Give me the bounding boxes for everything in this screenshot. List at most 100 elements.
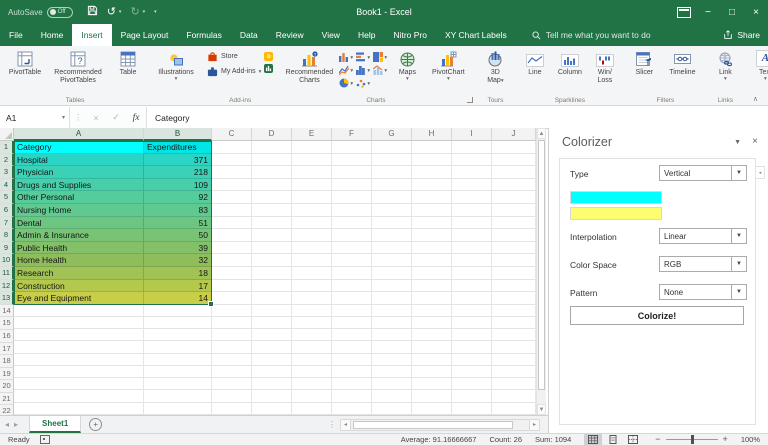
cell-I18[interactable]	[452, 353, 492, 366]
column-header-A[interactable]: A	[14, 128, 144, 141]
cell-E22[interactable]	[292, 402, 332, 415]
insert-function-button[interactable]: fx	[126, 107, 146, 128]
cell-C13[interactable]	[212, 292, 252, 305]
tab-home[interactable]: Home	[32, 24, 73, 46]
cell-G5[interactable]	[372, 191, 412, 204]
sheet-tab-sheet1[interactable]: Sheet1	[29, 416, 82, 433]
column-header-J[interactable]: J	[492, 128, 536, 141]
cell-I21[interactable]	[452, 390, 492, 403]
cell-E2[interactable]	[292, 153, 332, 167]
cell-B1[interactable]: Expenditures	[144, 141, 212, 154]
row-header-3[interactable]: 3	[0, 166, 14, 179]
cell-D18[interactable]	[252, 353, 292, 366]
cell-I12[interactable]	[452, 279, 492, 293]
cell-B7[interactable]: 51	[144, 216, 212, 230]
cell-G20[interactable]	[372, 378, 412, 391]
column-header-B[interactable]: B	[144, 128, 212, 141]
cell-D2[interactable]	[252, 153, 292, 167]
row-header-6[interactable]: 6	[0, 203, 14, 217]
name-box[interactable]: A1 ▾	[0, 107, 70, 128]
cell-C18[interactable]	[212, 353, 252, 366]
cell-C3[interactable]	[212, 166, 252, 179]
cell-J16[interactable]	[492, 329, 536, 342]
charts-dialog-launcher-icon[interactable]	[467, 97, 474, 103]
cell-A14[interactable]	[14, 304, 144, 317]
cell-I1[interactable]	[452, 141, 492, 154]
cell-J14[interactable]	[492, 304, 536, 317]
insert-pie-chart-button[interactable]: ▾	[339, 76, 356, 89]
tab-xy-chart-labels[interactable]: XY Chart Labels	[436, 24, 516, 46]
row-header-18[interactable]: 18	[0, 355, 14, 368]
cell-H13[interactable]	[412, 292, 452, 305]
select-all-corner[interactable]	[0, 128, 14, 141]
horizontal-scroll-thumb[interactable]	[353, 420, 513, 429]
cell-G11[interactable]	[372, 266, 412, 280]
cell-E14[interactable]	[292, 304, 332, 317]
cell-B17[interactable]	[144, 341, 212, 354]
cell-A12[interactable]: Construction	[14, 279, 144, 293]
cell-F18[interactable]	[332, 353, 372, 366]
collapse-ribbon-icon[interactable]: ∧	[753, 95, 758, 103]
cell-B8[interactable]: 50	[144, 229, 212, 242]
tab-file[interactable]: File	[0, 24, 32, 46]
cell-C8[interactable]	[212, 229, 252, 242]
insert-bar-chart-button[interactable]: ▾	[356, 50, 373, 63]
insert-column-chart-button[interactable]: ▾	[339, 50, 356, 63]
cell-C14[interactable]	[212, 304, 252, 317]
cell-G15[interactable]	[372, 316, 412, 330]
cell-I8[interactable]	[452, 229, 492, 242]
cell-F6[interactable]	[332, 203, 372, 217]
cell-B5[interactable]: 92	[144, 191, 212, 204]
bing-maps-addin-icon[interactable]: b	[264, 52, 274, 61]
cell-A7[interactable]: Dental	[14, 216, 144, 230]
cell-E21[interactable]	[292, 390, 332, 403]
pivottable-button[interactable]: PivotTable	[5, 48, 45, 78]
cell-H16[interactable]	[412, 329, 452, 342]
color-swatch-bottom[interactable]	[570, 207, 662, 220]
cell-C20[interactable]	[212, 378, 252, 391]
cell-I14[interactable]	[452, 304, 492, 317]
row-header-21[interactable]: 21	[0, 392, 14, 406]
table-button[interactable]: Table	[111, 48, 145, 78]
cell-I2[interactable]	[452, 153, 492, 167]
cell-B22[interactable]	[144, 402, 212, 415]
row-header-13[interactable]: 13	[0, 292, 14, 305]
formula-bar[interactable]: Category	[146, 107, 768, 128]
cell-A13[interactable]: Eye and Equipment	[14, 292, 144, 305]
autosave-pill[interactable]: Off	[46, 6, 73, 18]
cell-C4[interactable]	[212, 178, 252, 192]
macro-record-icon[interactable]	[39, 435, 50, 444]
cell-I16[interactable]	[452, 329, 492, 342]
tab-review[interactable]: Review	[267, 24, 313, 46]
cell-E20[interactable]	[292, 378, 332, 391]
scroll-left-icon[interactable]: ◂	[340, 418, 351, 431]
cell-E9[interactable]	[292, 241, 332, 255]
cell-H5[interactable]	[412, 191, 452, 204]
row-header-7[interactable]: 7	[0, 216, 14, 230]
cell-C17[interactable]	[212, 341, 252, 354]
page-layout-view-icon[interactable]	[604, 434, 622, 445]
cell-A10[interactable]: Home Health	[14, 254, 144, 267]
column-header-H[interactable]: H	[412, 128, 452, 141]
cell-A15[interactable]	[14, 316, 144, 330]
pane-scroll-left-icon[interactable]: ◂	[755, 166, 765, 179]
cell-G18[interactable]	[372, 353, 412, 366]
cell-C2[interactable]	[212, 153, 252, 167]
cell-B13[interactable]: 14	[144, 292, 212, 305]
sparkline-winloss-button[interactable]: Win/ Loss	[588, 48, 621, 86]
tell-me-search[interactable]: Tell me what you want to do	[532, 24, 651, 46]
column-header-G[interactable]: G	[372, 128, 412, 141]
cell-E19[interactable]	[292, 365, 332, 379]
cell-H17[interactable]	[412, 341, 452, 354]
cell-A22[interactable]	[14, 402, 144, 415]
cell-D6[interactable]	[252, 203, 292, 217]
cell-J1[interactable]	[492, 141, 536, 154]
cell-I22[interactable]	[452, 402, 492, 415]
cell-G6[interactable]	[372, 203, 412, 217]
cell-D19[interactable]	[252, 365, 292, 379]
cell-F17[interactable]	[332, 341, 372, 354]
cell-J10[interactable]	[492, 254, 536, 267]
sheet-nav-left-icon[interactable]: ◂	[0, 420, 14, 429]
cell-F7[interactable]	[332, 216, 372, 230]
cell-A1[interactable]: Category	[14, 141, 144, 154]
